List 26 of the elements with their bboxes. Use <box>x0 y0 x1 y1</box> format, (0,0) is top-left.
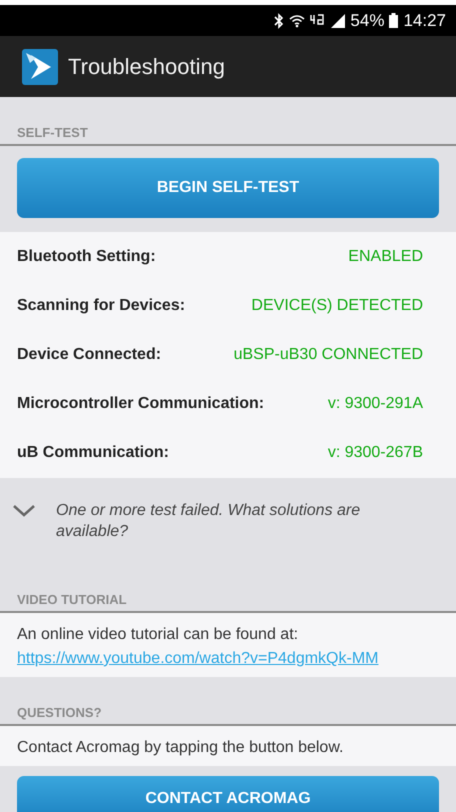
tutorial-text: An online video tutorial can be found at: <box>17 624 300 645</box>
wifi-icon <box>289 12 306 28</box>
solutions-expander[interactable]: One or more test failed. What solutions are available? <box>0 478 456 564</box>
begin-self-test-button[interactable]: BEGIN SELF-TEST <box>17 158 439 218</box>
result-label: Scanning for Devices: <box>17 296 186 315</box>
bluetooth-icon <box>274 12 284 28</box>
clock: 14:27 <box>403 10 446 30</box>
contact-text: Contact Acromag by tapping the button below. <box>17 738 344 758</box>
screen-title: Troubleshooting <box>68 54 225 80</box>
result-value: ENABLED <box>348 248 423 266</box>
section-header: SELF-TEST <box>0 97 456 146</box>
contact-acromag-button[interactable]: CONTACT ACROMAG <box>17 776 439 812</box>
result-value: v: 9300-267B <box>328 444 423 462</box>
video-link[interactable]: https://www.youtube.com/watch?v=P4dgmkQk-MM <box>17 650 378 667</box>
result-value: DEVICE(S) DETECTED <box>251 296 423 315</box>
result-value: v: 9300-291A <box>328 395 423 414</box>
app-logo-icon <box>22 48 58 84</box>
signal-icon <box>331 14 346 28</box>
result-value: uBSP-uB30 CONNECTED <box>234 346 423 364</box>
result-label: Bluetooth Setting: <box>17 248 156 266</box>
result-label: Device Connected: <box>17 346 162 364</box>
result-label: uB Communication: <box>17 444 169 462</box>
result-label: Microcontroller Communication: <box>17 395 264 414</box>
battery-icon <box>389 13 398 28</box>
battery-level: 54% <box>350 10 384 30</box>
solutions-text: One or more test failed. What solutions are available? <box>56 500 362 542</box>
